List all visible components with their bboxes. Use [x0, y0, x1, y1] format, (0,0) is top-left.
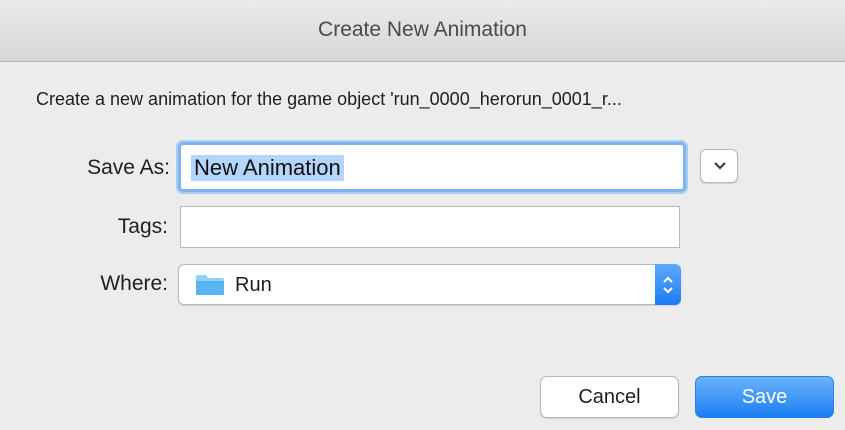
dialog-message: Create a new animation for the game obje…	[36, 89, 622, 109]
cancel-button[interactable]: Cancel	[540, 376, 679, 418]
save-as-value: New Animation	[191, 155, 344, 181]
tags-input[interactable]	[180, 206, 680, 248]
save-as-label: Save As:	[87, 156, 170, 179]
folder-icon	[196, 275, 224, 295]
where-popup[interactable]: Run	[178, 264, 681, 305]
save-button[interactable]: Save	[695, 376, 834, 418]
up-down-arrows-icon	[663, 276, 673, 294]
chevron-down-icon	[714, 162, 726, 170]
expand-dialog-button[interactable]	[700, 149, 738, 183]
tags-label: Tags:	[117, 215, 168, 238]
where-label: Where:	[100, 272, 168, 295]
save-as-input[interactable]: New Animation	[178, 142, 686, 192]
popup-stepper[interactable]	[655, 264, 681, 305]
where-value: Run	[235, 274, 272, 296]
window-title: Create New Animation	[318, 18, 527, 41]
title-bar: Create New Animation	[0, 0, 845, 62]
